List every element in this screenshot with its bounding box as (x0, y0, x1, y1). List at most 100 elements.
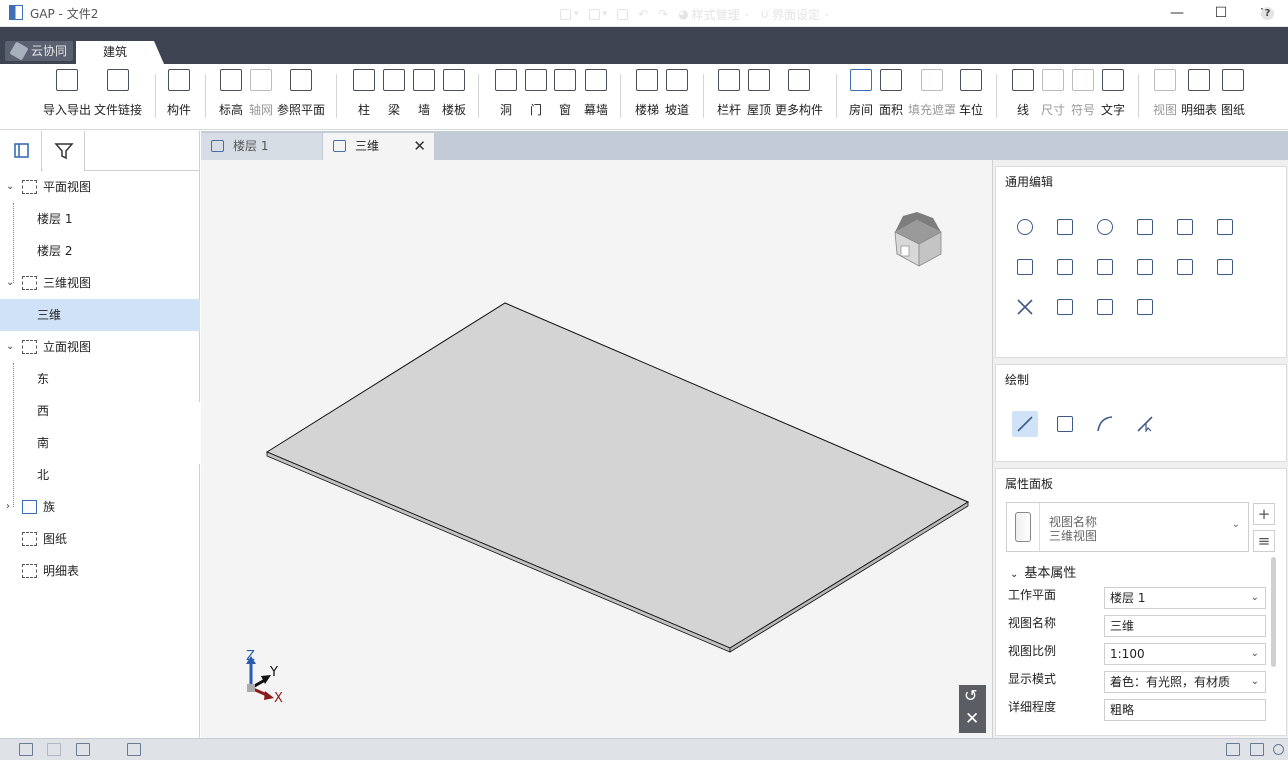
undo-button[interactable]: ↶ (634, 7, 652, 21)
move-button[interactable] (1012, 214, 1038, 240)
tab-architecture[interactable]: 建筑 (76, 41, 164, 64)
roof-button[interactable]: 屋顶 (744, 64, 774, 122)
grid-button[interactable]: 轴网 (245, 64, 277, 122)
close-icon[interactable]: ✕ (413, 133, 426, 160)
draw-rect-button[interactable] (1052, 411, 1078, 437)
array-button[interactable] (1132, 254, 1158, 280)
ramp-button[interactable]: 坡道 (662, 64, 692, 122)
trim-button[interactable] (1212, 214, 1238, 240)
style-manage-button[interactable]: ◕ 样式管理 ⌄ (674, 6, 754, 23)
rotate-button[interactable] (1092, 214, 1118, 240)
layout-tile-icon[interactable] (76, 743, 90, 756)
view-scale-select[interactable]: 1:100 ⌄ (1104, 643, 1266, 665)
tab-floor1[interactable]: 楼层 1 (201, 133, 322, 160)
railing-button[interactable]: 栏杆 (714, 64, 744, 122)
area-button[interactable]: 面积 (876, 64, 906, 122)
new-file-button[interactable]: ▾ (556, 8, 583, 20)
scrollbar[interactable] (1271, 557, 1276, 667)
tree-node-sheets[interactable]: 图纸 (0, 523, 200, 555)
window-button[interactable]: 窗 (551, 64, 579, 122)
ref-plane-button[interactable]: 参照平面 (275, 64, 327, 122)
help-icon[interactable]: ? (1261, 7, 1274, 20)
view-button[interactable]: 视图 (1150, 64, 1180, 122)
copy-button[interactable] (1052, 214, 1078, 240)
wall-button[interactable]: 墙 (410, 64, 438, 122)
tab-filter[interactable] (43, 131, 85, 171)
fill-mask-button[interactable]: 填充遮罩 (906, 64, 958, 122)
tree-node-3d-views[interactable]: ⌄ 三维视图 (0, 267, 200, 299)
save-button[interactable] (613, 8, 632, 20)
work-plane-select[interactable]: 楼层 1 ⌄ (1104, 587, 1266, 609)
slab-button[interactable]: 楼板 (438, 64, 470, 122)
column-button[interactable]: 柱 (350, 64, 378, 122)
chevron-right-icon[interactable]: › (6, 491, 10, 523)
curtain-wall-button[interactable]: 幕墙 (580, 64, 612, 122)
offset-button[interactable] (1052, 254, 1078, 280)
split-button[interactable] (1172, 214, 1198, 240)
more-components-button[interactable]: 更多构件 (773, 64, 825, 122)
reset-view-icon[interactable]: ↺ (964, 686, 977, 705)
draw-line-button[interactable] (1012, 411, 1038, 437)
chevron-down-icon[interactable]: ⌄ (6, 171, 14, 203)
tree-node-west[interactable]: 西 (0, 395, 200, 427)
page-icon[interactable] (1250, 743, 1264, 756)
tree-node-schedules[interactable]: 明细表 (0, 555, 200, 587)
redo-button[interactable]: ↷ (654, 7, 672, 21)
chevron-down-icon[interactable]: ⌄ (6, 331, 14, 363)
display-mode-select[interactable]: 着色：有光照，有材质 ⌄ (1104, 671, 1266, 693)
close-controls-icon[interactable]: ✕ (965, 709, 979, 729)
tab-3d[interactable]: 三维 ✕ (323, 133, 434, 160)
tree-node-north[interactable]: 北 (0, 459, 200, 491)
room-button[interactable]: 房间 (846, 64, 876, 122)
symbol-button[interactable]: 符号 (1068, 64, 1098, 122)
delete-button[interactable] (1012, 294, 1038, 320)
measure-button[interactable] (1132, 294, 1158, 320)
type-selector[interactable]: 视图名称 三维视图 ⌄ (1006, 502, 1249, 552)
open-file-button[interactable]: ▾ (585, 8, 612, 20)
tab-tree[interactable] (0, 131, 42, 171)
attach-button[interactable] (1092, 294, 1118, 320)
stair-button[interactable]: 楼梯 (632, 64, 662, 122)
door-button[interactable]: 门 (522, 64, 550, 122)
file-link-button[interactable]: 文件链接 (92, 64, 144, 122)
tree-node-elevation-views[interactable]: ⌄ 立面视图 (0, 331, 200, 363)
view-settings-icon[interactable] (1226, 743, 1240, 756)
tree-node-east[interactable]: 东 (0, 363, 200, 395)
opening-button[interactable]: 洞 (492, 64, 520, 122)
3d-viewport[interactable]: Z Y X ↺ ✕ (201, 160, 992, 738)
component-button[interactable]: 构件 (162, 64, 196, 122)
grid-array-button[interactable] (1172, 254, 1198, 280)
dimension-button[interactable]: 尺寸 (1038, 64, 1068, 122)
edit-type-button[interactable]: ≡ (1253, 530, 1275, 552)
import-export-button[interactable]: 导入导出 (40, 64, 94, 122)
extend-button[interactable] (1092, 254, 1118, 280)
layout-single-icon[interactable] (47, 743, 61, 756)
group-button[interactable] (1052, 294, 1078, 320)
line-button[interactable]: 线 (1008, 64, 1038, 122)
cloud-collab-button[interactable]: 云协同 (5, 41, 73, 61)
draw-arc-button[interactable] (1092, 411, 1118, 437)
minimize-button[interactable]: — (1154, 2, 1200, 24)
detail-level-select[interactable]: 粗略 (1104, 699, 1266, 721)
tree-node-floor1[interactable]: 楼层 1 (0, 203, 200, 235)
basic-props-header[interactable]: ⌄ 基本属性 (1010, 562, 1076, 581)
align-button[interactable] (1132, 214, 1158, 240)
schedule-button[interactable]: 明细表 (1178, 64, 1220, 122)
mirror-button[interactable] (1212, 254, 1238, 280)
tree-node-south[interactable]: 南 (0, 427, 200, 459)
layout-grid-icon[interactable] (19, 743, 33, 756)
target-icon[interactable] (1273, 744, 1284, 755)
beam-button[interactable]: 梁 (380, 64, 408, 122)
tree-node-families[interactable]: › 族 (0, 491, 200, 523)
text-button[interactable]: 文字 (1098, 64, 1128, 122)
chevron-down-icon[interactable]: ⌄ (6, 267, 14, 299)
tree-node-floor2[interactable]: 楼层 2 (0, 235, 200, 267)
view-name-input[interactable]: 三维 (1104, 615, 1266, 637)
duplicate-button[interactable] (1012, 254, 1038, 280)
elevation-button[interactable]: 标高 (215, 64, 247, 122)
table-icon[interactable] (127, 743, 141, 756)
ui-settings-button[interactable]: ∪ 界面设定 ⌄ (756, 6, 834, 23)
parking-button[interactable]: 车位 (956, 64, 986, 122)
pick-line-button[interactable] (1132, 411, 1158, 437)
view-cube-icon[interactable] (887, 210, 949, 270)
